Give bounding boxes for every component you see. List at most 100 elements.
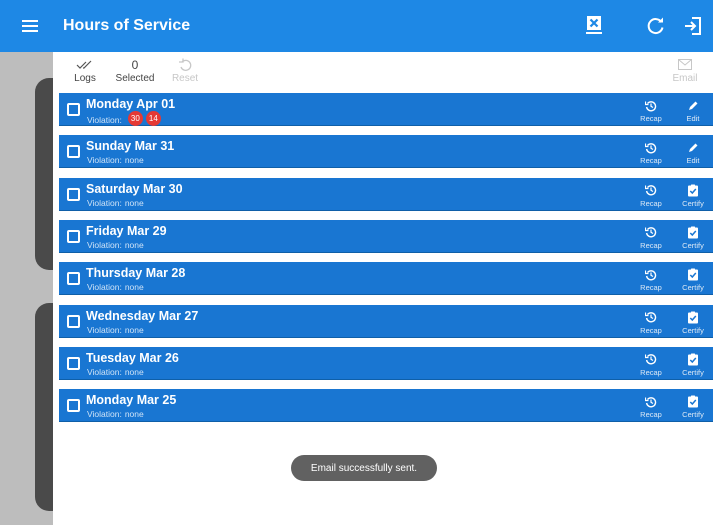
- selected-counter: 0 Selected: [115, 56, 155, 85]
- history-icon: [634, 226, 668, 239]
- certify-button[interactable]: Certify: [676, 395, 710, 419]
- action-label: Certify: [682, 240, 704, 250]
- recap-label: Recap: [640, 367, 662, 377]
- clipboard-check-icon: [676, 226, 710, 239]
- selected-count: 0: [131, 57, 139, 72]
- email-button[interactable]: Email: [669, 56, 701, 84]
- recap-button[interactable]: Recap: [634, 353, 668, 377]
- violation-status: Violation: 30 14: [87, 111, 161, 126]
- log-row[interactable]: Monday Apr 01 Violation: 30 14 Recap Edit: [59, 93, 713, 126]
- violation-status: Violation: none: [87, 367, 144, 377]
- log-list-panel: Logs 0 Selected Reset Email Monday Apr 0…: [53, 52, 713, 525]
- row-checkbox[interactable]: [67, 314, 80, 328]
- recap-label: Recap: [640, 410, 662, 420]
- double-check-icon: [70, 56, 100, 73]
- history-icon: [634, 268, 668, 281]
- violation-value: none: [124, 409, 144, 420]
- violation-status: Violation: none: [87, 282, 144, 292]
- clipboard-check-icon: [676, 311, 710, 324]
- recap-button[interactable]: Recap: [634, 395, 668, 419]
- log-toolbar: Logs 0 Selected Reset Email: [53, 52, 713, 92]
- log-row[interactable]: Monday Mar 25 Violation: none Recap Cert…: [59, 389, 713, 423]
- log-date: Friday Mar 29: [86, 223, 167, 238]
- violation-label: Violation:: [87, 366, 122, 377]
- action-label: Edit: [686, 156, 700, 166]
- log-row[interactable]: Wednesday Mar 27 Violation: none Recap C…: [59, 304, 713, 338]
- logs-label: Logs: [74, 73, 96, 84]
- violation-badge: 30: [127, 111, 143, 126]
- menu-icon[interactable]: [22, 20, 38, 32]
- violation-label: Violation:: [87, 155, 122, 166]
- row-checkbox[interactable]: [67, 103, 80, 116]
- history-icon: [634, 141, 668, 154]
- row-checkbox[interactable]: [67, 145, 80, 159]
- log-date: Monday Mar 25: [86, 393, 177, 408]
- violation-status: Violation: none: [87, 198, 144, 208]
- recap-label: Recap: [640, 114, 662, 123]
- history-icon: [634, 395, 668, 408]
- row-checkbox[interactable]: [67, 399, 80, 413]
- history-icon: [634, 353, 668, 366]
- violation-value: none: [124, 324, 144, 335]
- app-bar: Hours of Service: [0, 0, 713, 52]
- violation-label: Violation:: [87, 114, 122, 125]
- recap-label: Recap: [640, 198, 662, 208]
- log-row[interactable]: Sunday Mar 31 Violation: none Recap Edit: [59, 135, 713, 169]
- row-checkbox[interactable]: [67, 187, 80, 201]
- undo-icon: [170, 56, 200, 73]
- action-label: Edit: [686, 114, 700, 123]
- action-label: Certify: [682, 325, 704, 335]
- refresh-icon[interactable]: [644, 14, 668, 38]
- action-label: Certify: [682, 367, 704, 377]
- log-date: Thursday Mar 28: [86, 266, 186, 281]
- edit-button[interactable]: Edit: [676, 141, 710, 165]
- violation-label: Violation:: [87, 324, 122, 335]
- recap-button[interactable]: Recap: [634, 99, 668, 123]
- log-date: Tuesday Mar 26: [86, 350, 179, 365]
- row-checkbox[interactable]: [67, 272, 80, 286]
- action-label: Certify: [682, 283, 704, 293]
- pdf-export-icon[interactable]: [582, 14, 606, 38]
- recap-button[interactable]: Recap: [634, 226, 668, 250]
- clipboard-check-icon: [676, 395, 710, 408]
- row-checkbox[interactable]: [67, 229, 80, 243]
- certify-button[interactable]: Certify: [676, 268, 710, 292]
- violation-value: none: [124, 366, 144, 377]
- recap-button[interactable]: Recap: [634, 268, 668, 292]
- violation-badge: 14: [145, 111, 161, 126]
- history-icon: [634, 184, 668, 197]
- certify-button[interactable]: Certify: [676, 311, 710, 335]
- violation-status: Violation: none: [87, 325, 144, 335]
- log-row[interactable]: Friday Mar 29 Violation: none Recap Cert…: [59, 219, 713, 253]
- clipboard-check-icon: [676, 353, 710, 366]
- reset-button[interactable]: Reset: [170, 56, 200, 84]
- recap-label: Recap: [640, 325, 662, 335]
- certify-button[interactable]: Certify: [676, 184, 710, 208]
- page-title: Hours of Service: [63, 17, 191, 34]
- violation-value: none: [124, 239, 144, 250]
- logs-button[interactable]: Logs: [70, 56, 100, 84]
- log-row[interactable]: Saturday Mar 30 Violation: none Recap Ce…: [59, 177, 713, 211]
- history-icon: [634, 99, 668, 112]
- recap-button[interactable]: Recap: [634, 141, 668, 165]
- pencil-icon: [676, 141, 710, 154]
- recap-button[interactable]: Recap: [634, 311, 668, 335]
- reset-label: Reset: [171, 73, 199, 84]
- violation-value: none: [124, 155, 144, 166]
- certify-button[interactable]: Certify: [676, 353, 710, 377]
- recap-label: Recap: [640, 283, 662, 293]
- violation-status: Violation: none: [87, 409, 144, 419]
- recap-label: Recap: [640, 240, 662, 250]
- logout-icon[interactable]: [681, 14, 705, 38]
- violation-label: Violation:: [87, 282, 122, 293]
- violation-label: Violation:: [87, 197, 122, 208]
- row-checkbox[interactable]: [67, 356, 80, 370]
- certify-button[interactable]: Certify: [676, 226, 710, 250]
- log-row[interactable]: Tuesday Mar 26 Violation: none Recap Cer…: [59, 346, 713, 380]
- edit-button[interactable]: Edit: [676, 99, 710, 123]
- action-label: Certify: [682, 410, 704, 420]
- log-row[interactable]: Thursday Mar 28 Violation: none Recap Ce…: [59, 262, 713, 296]
- violation-label: Violation:: [87, 409, 122, 420]
- recap-button[interactable]: Recap: [634, 184, 668, 208]
- selected-label: Selected: [115, 73, 155, 84]
